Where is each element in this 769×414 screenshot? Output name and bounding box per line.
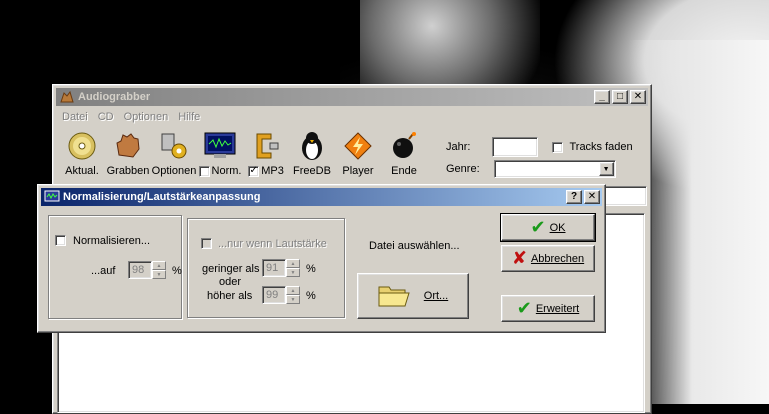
cancel-label: Abbrechen xyxy=(530,252,585,265)
chevron-down-icon: ▼ xyxy=(602,165,610,173)
monitor-icon xyxy=(203,131,237,161)
ok-button[interactable]: ✔ OK xyxy=(500,213,596,242)
genre-dropdown-button[interactable]: ▼ xyxy=(598,162,614,176)
tool-optionen-label: Optionen xyxy=(151,165,197,177)
interpret-field[interactable] xyxy=(602,186,647,206)
auf-spinner[interactable]: 98 ▲ ▼ xyxy=(128,261,166,279)
tool-grabben-label: Grabben xyxy=(106,165,150,177)
menu-datei[interactable]: Datei xyxy=(57,111,93,123)
advanced-label: Erweitert xyxy=(535,302,580,315)
dialog-titlebar[interactable]: Normalisierung/Lautstärkeanpassung ? ✕ xyxy=(41,188,602,206)
auf-value[interactable]: 98 xyxy=(128,261,152,279)
menu-cd[interactable]: CD xyxy=(93,111,119,123)
x-icon: ✘ xyxy=(511,248,527,268)
only-if-checkbox[interactable] xyxy=(201,238,212,249)
minimize-button[interactable]: _ xyxy=(594,90,610,104)
folder-icon xyxy=(378,282,410,311)
ort-label: Ort... xyxy=(423,290,449,302)
monitor-small-icon xyxy=(44,190,60,204)
tool-norm[interactable]: Norm. xyxy=(197,131,243,183)
main-titlebar[interactable]: Audiograbber _ □ ✕ xyxy=(56,88,648,106)
tool-mp3-label: MP3 xyxy=(261,165,284,177)
advanced-button[interactable]: ✔ Erweitert xyxy=(501,295,595,322)
maximize-icon: □ xyxy=(616,91,624,102)
spin-down-icon[interactable]: ▼ xyxy=(152,270,166,279)
spin-up-icon[interactable]: ▲ xyxy=(286,259,300,268)
tool-aktual[interactable]: Aktual. xyxy=(59,131,105,183)
tool-optionen[interactable]: Optionen xyxy=(151,131,197,183)
menu-hilfe[interactable]: Hilfe xyxy=(173,111,205,123)
tool-freedb[interactable]: FreeDB xyxy=(289,131,335,183)
menubar: Datei CD Optionen Hilfe xyxy=(57,108,205,126)
lower-than-label: geringer als xyxy=(202,263,260,275)
auf-label: ...auf xyxy=(91,265,116,277)
check-arrow-icon: ✔ xyxy=(516,298,532,318)
help-button[interactable]: ? xyxy=(566,190,582,204)
main-title: Audiograbber xyxy=(78,91,151,103)
higher-value[interactable]: 99 xyxy=(262,286,286,304)
tool-player-label: Player xyxy=(342,165,374,177)
bomb-icon xyxy=(387,131,421,161)
ort-button[interactable]: Ort... xyxy=(357,273,469,319)
jahr-label: Jahr: xyxy=(446,141,471,153)
only-if-label: ...nur wenn Lautstärke xyxy=(218,238,327,250)
penguin-icon xyxy=(295,131,329,161)
tool-grabben[interactable]: Grabben xyxy=(105,131,151,183)
lower-value[interactable]: 91 xyxy=(262,259,286,277)
spin-down-icon[interactable]: ▼ xyxy=(286,295,300,304)
tool-aktual-label: Aktual. xyxy=(65,165,99,177)
spin-up-icon[interactable]: ▲ xyxy=(286,286,300,295)
menu-optionen[interactable]: Optionen xyxy=(119,111,174,123)
clamp-icon xyxy=(249,131,283,161)
toolbar: Aktual. Grabben Optionen Norm. ✓ MP3 Fre… xyxy=(59,131,427,183)
ok-label: OK xyxy=(549,221,566,234)
jahr-input[interactable] xyxy=(492,137,539,157)
spin-down-icon[interactable]: ▼ xyxy=(286,268,300,277)
tool-freedb-label: FreeDB xyxy=(293,165,331,177)
normalize-checkbox[interactable] xyxy=(55,235,66,246)
cd-icon xyxy=(65,131,99,161)
genre-label: Genre: xyxy=(446,163,480,175)
higher-than-label: höher als xyxy=(207,290,253,302)
tool-mp3[interactable]: ✓ MP3 xyxy=(243,131,289,183)
tool-ende[interactable]: Ende xyxy=(381,131,427,183)
question-icon: ? xyxy=(570,191,578,202)
tracks-faden-checkbox[interactable] xyxy=(552,141,564,153)
check-icon: ✔ xyxy=(530,217,546,237)
tool-player[interactable]: Player xyxy=(335,131,381,183)
or-label: oder xyxy=(219,276,242,288)
close-icon: ✕ xyxy=(587,191,597,202)
spin-up-icon[interactable]: ▲ xyxy=(152,261,166,270)
maximize-button[interactable]: □ xyxy=(612,90,628,104)
tracks-faden-label: Tracks faden xyxy=(569,141,633,153)
lower-spinner[interactable]: 91 ▲ ▼ xyxy=(262,259,300,277)
genre-select[interactable]: ▼ xyxy=(493,160,616,178)
tool-ende-label: Ende xyxy=(391,165,417,177)
mp3-checkbox[interactable]: ✓ xyxy=(248,165,260,177)
cancel-button[interactable]: ✘ Abbrechen xyxy=(501,245,595,272)
close-icon: ✕ xyxy=(633,91,643,102)
norm-checkbox[interactable] xyxy=(198,165,210,177)
dialog-close-button[interactable]: ✕ xyxy=(584,190,600,204)
winamp-icon xyxy=(341,131,375,161)
higher-percent: % xyxy=(306,290,316,302)
close-button[interactable]: ✕ xyxy=(630,90,646,104)
tool-norm-label: Norm. xyxy=(211,165,242,177)
dialog-title: Normalisierung/Lautstärkeanpassung xyxy=(63,191,261,203)
file-select-label: Datei auswählen... xyxy=(369,240,460,252)
lower-percent: % xyxy=(306,263,316,275)
gears-icon xyxy=(157,131,191,161)
auf-percent: % xyxy=(172,265,182,277)
normalization-dialog: Normalisierung/Lautstärkeanpassung ? ✕ N… xyxy=(37,184,606,333)
normalize-label: Normalisieren... xyxy=(73,235,151,247)
higher-spinner[interactable]: 99 ▲ ▼ xyxy=(262,286,300,304)
audiograbber-app-icon xyxy=(59,90,75,104)
minimize-icon: _ xyxy=(599,91,605,102)
hand-icon xyxy=(111,131,145,161)
